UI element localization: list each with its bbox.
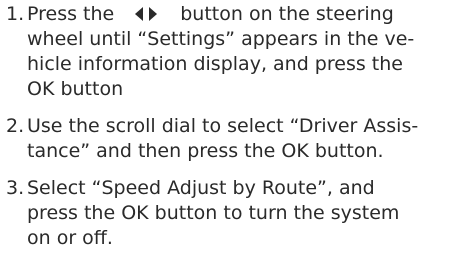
step-text: Press the xyxy=(27,3,115,25)
step-text: button on the steering xyxy=(180,3,394,25)
left-right-arrow-icon xyxy=(134,7,158,21)
step-line: on or off. xyxy=(27,227,113,249)
step-line: press the OK button to turn the system xyxy=(27,202,400,224)
step-line: Select “Speed Adjust by Route”, and xyxy=(27,177,375,199)
step-line: OK button xyxy=(27,78,124,100)
step-number: 1. xyxy=(6,3,25,25)
step-number: 2. xyxy=(6,115,25,137)
step-line: tance” and then press the OK button. xyxy=(27,140,384,162)
step-number: 3. xyxy=(6,177,25,199)
step-line: hicle information display, and press the xyxy=(27,53,403,75)
step-line: wheel until “Settings” appears in the ve… xyxy=(27,28,415,50)
instruction-list: 1. Press the button on the steering wheel… xyxy=(0,0,473,254)
step-line: Use the scroll dial to select “Driver As… xyxy=(27,115,419,137)
step-line: Press the button on the steering xyxy=(27,1,394,28)
